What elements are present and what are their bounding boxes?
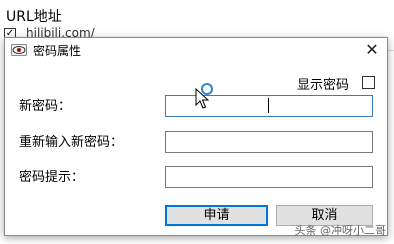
new-password-label: 新密码： — [19, 99, 72, 114]
url-address-label: URL地址 — [6, 9, 62, 25]
apply-button[interactable]: 申请 — [165, 205, 268, 226]
text-caret — [268, 98, 269, 113]
mouse-pointer-icon — [195, 87, 210, 110]
password-hint-input[interactable] — [165, 166, 373, 188]
watermark-text: 头条 @冲呀小二哥 — [294, 224, 387, 237]
confirm-password-label: 重新输入新密码： — [19, 135, 124, 150]
confirm-password-input[interactable] — [165, 131, 373, 153]
password-properties-dialog: 密码属性 ✕ 显示密码 新密码： 重新输入新密码： 密码提示： 申请 取消 — [4, 37, 388, 236]
dialog-title: 密码属性 — [33, 44, 82, 58]
show-password-checkbox[interactable] — [362, 76, 375, 89]
show-password-label: 显示密码 — [297, 78, 350, 93]
close-button[interactable]: ✕ — [361, 39, 383, 61]
password-eye-icon — [11, 42, 27, 58]
dialog-titlebar[interactable]: 密码属性 ✕ — [5, 38, 387, 62]
password-hint-label: 密码提示： — [19, 170, 85, 185]
